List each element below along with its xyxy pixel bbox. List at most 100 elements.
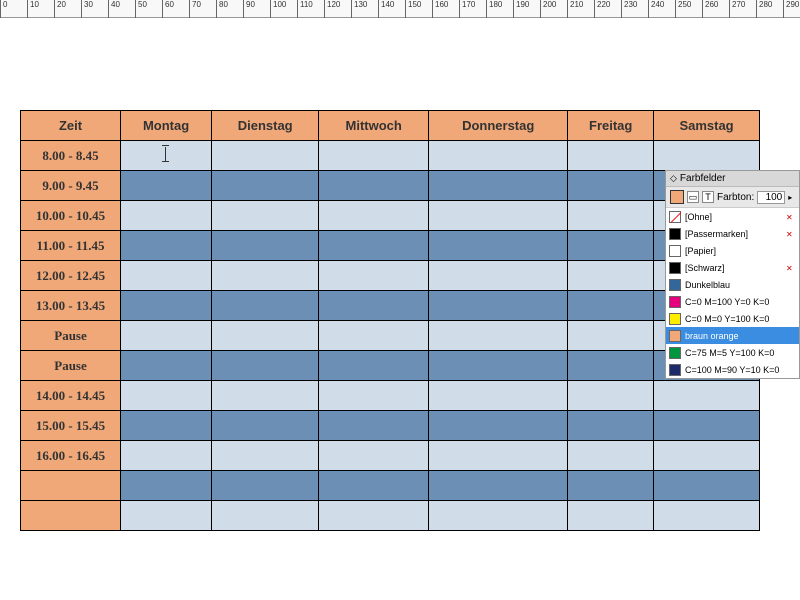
schedule-cell[interactable] bbox=[568, 171, 654, 201]
time-cell[interactable]: Pause bbox=[21, 351, 121, 381]
schedule-cell[interactable] bbox=[429, 381, 568, 411]
day-header[interactable]: Donnerstag bbox=[429, 111, 568, 141]
schedule-cell[interactable] bbox=[319, 381, 429, 411]
schedule-cell[interactable] bbox=[121, 501, 212, 531]
schedule-cell[interactable] bbox=[212, 321, 319, 351]
farbton-input[interactable] bbox=[757, 191, 785, 204]
time-cell[interactable] bbox=[21, 471, 121, 501]
schedule-cell[interactable] bbox=[429, 231, 568, 261]
schedule-cell[interactable] bbox=[121, 471, 212, 501]
day-header[interactable]: Montag bbox=[121, 111, 212, 141]
time-cell[interactable]: 13.00 - 13.45 bbox=[21, 291, 121, 321]
swatch-delete-icon[interactable] bbox=[786, 263, 796, 273]
schedule-cell[interactable] bbox=[121, 381, 212, 411]
swatch-row[interactable]: C=0 M=100 Y=0 K=0 bbox=[666, 293, 799, 310]
swatch-delete-icon[interactable] bbox=[786, 229, 796, 239]
object-format-icon[interactable]: ▭ bbox=[687, 191, 699, 203]
schedule-cell[interactable] bbox=[568, 411, 654, 441]
schedule-cell[interactable] bbox=[568, 141, 654, 171]
schedule-cell[interactable] bbox=[568, 321, 654, 351]
time-cell[interactable]: 14.00 - 14.45 bbox=[21, 381, 121, 411]
swatch-row[interactable]: C=100 M=90 Y=10 K=0 bbox=[666, 361, 799, 378]
schedule-cell[interactable] bbox=[212, 381, 319, 411]
schedule-cell[interactable] bbox=[212, 471, 319, 501]
swatch-row[interactable]: C=0 M=0 Y=100 K=0 bbox=[666, 310, 799, 327]
farbton-arrow-icon[interactable]: ▸ bbox=[788, 193, 792, 202]
schedule-cell[interactable] bbox=[654, 471, 760, 501]
schedule-cell[interactable] bbox=[319, 411, 429, 441]
fill-swatch-icon[interactable] bbox=[670, 190, 684, 204]
schedule-cell[interactable] bbox=[654, 441, 760, 471]
time-cell[interactable]: Pause bbox=[21, 321, 121, 351]
schedule-cell[interactable] bbox=[121, 351, 212, 381]
schedule-cell[interactable] bbox=[121, 261, 212, 291]
swatch-delete-icon[interactable] bbox=[786, 212, 796, 222]
schedule-cell[interactable] bbox=[654, 411, 760, 441]
schedule-cell[interactable] bbox=[568, 261, 654, 291]
schedule-cell[interactable] bbox=[319, 471, 429, 501]
time-header[interactable]: Zeit bbox=[21, 111, 121, 141]
day-header[interactable]: Mittwoch bbox=[319, 111, 429, 141]
schedule-cell[interactable] bbox=[212, 351, 319, 381]
schedule-cell[interactable] bbox=[429, 471, 568, 501]
schedule-cell[interactable] bbox=[319, 171, 429, 201]
schedule-cell[interactable] bbox=[654, 381, 760, 411]
swatches-panel[interactable]: ◇ Farbfelder ▭ T Farbton: ▸ [Ohne][Passe… bbox=[665, 170, 800, 379]
time-cell[interactable]: 8.00 - 8.45 bbox=[21, 141, 121, 171]
schedule-cell[interactable] bbox=[654, 501, 760, 531]
swatches-panel-header[interactable]: ◇ Farbfelder bbox=[666, 171, 799, 187]
schedule-cell[interactable] bbox=[319, 291, 429, 321]
schedule-cell[interactable] bbox=[212, 141, 319, 171]
time-cell[interactable]: 9.00 - 9.45 bbox=[21, 171, 121, 201]
schedule-cell[interactable] bbox=[429, 411, 568, 441]
schedule-cell[interactable] bbox=[212, 201, 319, 231]
schedule-cell[interactable] bbox=[121, 411, 212, 441]
day-header[interactable]: Freitag bbox=[568, 111, 654, 141]
schedule-cell[interactable] bbox=[429, 321, 568, 351]
time-cell[interactable]: 12.00 - 12.45 bbox=[21, 261, 121, 291]
schedule-cell[interactable] bbox=[568, 291, 654, 321]
swatch-row[interactable]: Dunkelblau bbox=[666, 276, 799, 293]
time-cell[interactable]: 10.00 - 10.45 bbox=[21, 201, 121, 231]
time-cell[interactable]: 16.00 - 16.45 bbox=[21, 441, 121, 471]
schedule-cell[interactable] bbox=[429, 441, 568, 471]
schedule-cell[interactable] bbox=[568, 231, 654, 261]
schedule-cell[interactable] bbox=[121, 441, 212, 471]
schedule-cell[interactable] bbox=[212, 501, 319, 531]
time-cell[interactable]: 11.00 - 11.45 bbox=[21, 231, 121, 261]
schedule-cell[interactable] bbox=[568, 471, 654, 501]
schedule-cell[interactable] bbox=[319, 231, 429, 261]
schedule-cell[interactable] bbox=[429, 201, 568, 231]
schedule-cell[interactable] bbox=[212, 261, 319, 291]
schedule-cell[interactable] bbox=[319, 201, 429, 231]
schedule-cell[interactable] bbox=[429, 351, 568, 381]
schedule-cell[interactable] bbox=[319, 261, 429, 291]
day-header[interactable]: Samstag bbox=[654, 111, 760, 141]
text-format-icon[interactable]: T bbox=[702, 191, 714, 203]
schedule-cell[interactable] bbox=[121, 141, 212, 171]
schedule-cell[interactable] bbox=[319, 141, 429, 171]
schedule-cell[interactable] bbox=[429, 141, 568, 171]
schedule-cell[interactable] bbox=[212, 231, 319, 261]
schedule-cell[interactable] bbox=[568, 351, 654, 381]
schedule-cell[interactable] bbox=[319, 321, 429, 351]
collapse-icon[interactable]: ◇ bbox=[670, 173, 677, 184]
swatch-row[interactable]: [Ohne] bbox=[666, 208, 799, 225]
schedule-cell[interactable] bbox=[121, 171, 212, 201]
schedule-cell[interactable] bbox=[212, 441, 319, 471]
swatch-row[interactable]: braun orange bbox=[666, 327, 799, 344]
schedule-cell[interactable] bbox=[568, 201, 654, 231]
schedule-cell[interactable] bbox=[212, 291, 319, 321]
schedule-cell[interactable] bbox=[319, 501, 429, 531]
schedule-cell[interactable] bbox=[429, 291, 568, 321]
time-cell[interactable] bbox=[21, 501, 121, 531]
schedule-cell[interactable] bbox=[212, 171, 319, 201]
schedule-cell[interactable] bbox=[319, 441, 429, 471]
swatch-row[interactable]: [Passermarken] bbox=[666, 225, 799, 242]
schedule-cell[interactable] bbox=[121, 231, 212, 261]
swatch-row[interactable]: [Papier] bbox=[666, 242, 799, 259]
schedule-cell[interactable] bbox=[568, 501, 654, 531]
time-cell[interactable]: 15.00 - 15.45 bbox=[21, 411, 121, 441]
schedule-cell[interactable] bbox=[429, 501, 568, 531]
schedule-cell[interactable] bbox=[568, 441, 654, 471]
